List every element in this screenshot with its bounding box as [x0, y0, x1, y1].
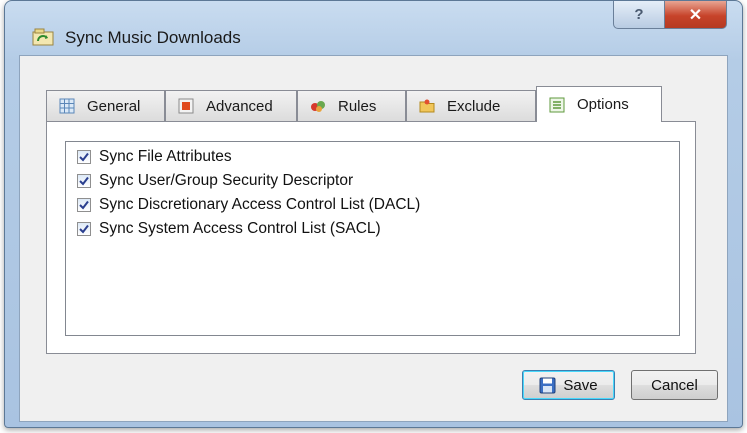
sync-app-icon: [32, 28, 54, 46]
options-tab-panel: Sync File Attributes Sync User/Group Sec…: [46, 121, 696, 354]
option-label: Sync User/Group Security Descriptor: [99, 172, 354, 189]
option-sync-security-descriptor[interactable]: Sync User/Group Security Descriptor: [77, 171, 353, 191]
option-sync-file-attributes[interactable]: Sync File Attributes: [77, 147, 232, 167]
dialog-client-area: General Advanced Rules Exclude Options S…: [19, 55, 728, 422]
tab-label: Rules: [338, 97, 377, 115]
option-sync-dacl[interactable]: Sync Discretionary Access Control List (…: [77, 195, 420, 215]
exclude-folder-icon: [419, 99, 435, 113]
checkmark-icon: [79, 152, 89, 162]
checkbox[interactable]: [77, 222, 91, 236]
option-label: Sync Discretionary Access Control List (…: [99, 196, 421, 213]
save-button[interactable]: Save: [522, 370, 615, 400]
tab-advanced[interactable]: Advanced: [165, 90, 297, 121]
option-label: Sync System Access Control List (SACL): [99, 220, 381, 237]
checkmark-icon: [79, 200, 89, 210]
checkmark-icon: [79, 176, 89, 186]
checkmark-icon: [79, 224, 89, 234]
save-floppy-icon: [539, 377, 556, 393]
general-grid-icon: [59, 98, 75, 114]
tab-label: General: [87, 97, 141, 115]
close-button[interactable]: ✕: [665, 1, 727, 29]
checkbox[interactable]: [77, 174, 91, 188]
save-label: Save: [563, 376, 598, 394]
tab-rules[interactable]: Rules: [297, 90, 406, 121]
checkbox[interactable]: [77, 150, 91, 164]
tab-general[interactable]: General: [46, 90, 165, 121]
option-sync-sacl[interactable]: Sync System Access Control List (SACL): [77, 219, 381, 239]
tab-options[interactable]: Options: [536, 86, 662, 122]
advanced-icon: [178, 98, 194, 114]
dialog-window: Sync Music Downloads ? ✕ General Advance…: [4, 0, 743, 428]
options-checkbox-list: Sync File Attributes Sync User/Group Sec…: [65, 141, 680, 336]
checkbox[interactable]: [77, 198, 91, 212]
tab-label: Exclude: [447, 97, 501, 115]
tab-label: Options: [577, 96, 629, 113]
cancel-button[interactable]: Cancel: [631, 370, 718, 400]
option-label: Sync File Attributes: [99, 148, 232, 165]
rules-icon: [311, 101, 325, 112]
tab-exclude[interactable]: Exclude: [406, 90, 536, 121]
cancel-label: Cancel: [651, 376, 698, 394]
title-bar[interactable]: Sync Music Downloads ? ✕: [5, 1, 742, 55]
options-list-icon: [549, 97, 565, 112]
tab-label: Advanced: [206, 97, 273, 115]
help-button[interactable]: ?: [613, 1, 665, 29]
window-title: Sync Music Downloads: [65, 28, 241, 47]
